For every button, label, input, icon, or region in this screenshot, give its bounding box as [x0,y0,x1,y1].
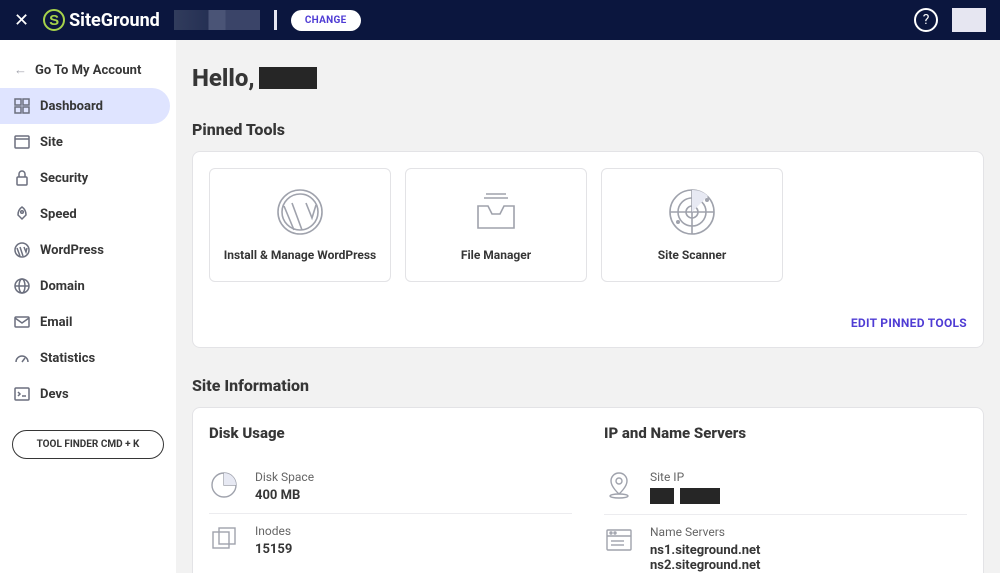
card-label: File Manager [461,248,531,262]
ip-ns-heading: IP and Name Servers [604,424,967,442]
pinned-tools-panel: Install & Manage WordPress File Manager [192,151,984,348]
brand-name: SiteGround [69,10,160,31]
username-placeholder [259,67,317,89]
ns1-value: ns1.siteground.net [650,543,760,558]
close-icon[interactable]: ✕ [14,10,29,31]
greeting-prefix: Hello, [192,64,255,92]
inodes-icon [209,524,239,554]
main-content: Hello, Pinned Tools Install & Manage Wor… [176,40,1000,573]
disk-space-value: 400 MB [255,488,314,503]
gauge-icon [14,350,30,366]
help-icon[interactable]: ? [914,8,938,32]
sidebar-item-statistics[interactable]: Statistics [0,340,170,376]
sidebar-item-speed[interactable]: Speed [0,196,170,232]
sidebar-item-domain[interactable]: Domain [0,268,170,304]
brand-logo[interactable]: S SiteGround [43,8,160,32]
top-bar: ✕ S SiteGround CHANGE ? [0,0,1000,40]
sidebar-label: Email [40,315,72,330]
pinned-tools-title: Pinned Tools [192,120,984,139]
dashboard-icon [14,98,30,114]
tool-finder-button[interactable]: TOOL FINDER CMD + K [12,430,164,459]
sidebar-label: WordPress [40,243,104,258]
sidebar-label: Security [40,171,88,186]
radar-icon [668,188,716,236]
sidebar-label: Domain [40,279,85,294]
sidebar-item-security[interactable]: Security [0,160,170,196]
file-tray-icon [472,188,520,236]
card-label: Install & Manage WordPress [224,248,376,262]
ns2-value: ns2.siteground.net [650,558,760,573]
greeting: Hello, [192,64,984,92]
logo-mark-icon: S [43,9,65,31]
sidebar-item-email[interactable]: Email [0,304,170,340]
browser-icon [604,525,634,555]
site-ip-label: Site IP [650,470,720,484]
sidebar-label: Site [40,135,63,150]
name-servers-row: Name Servers ns1.siteground.net ns2.site… [604,515,967,573]
disk-space-row: Disk Space 400 MB [209,460,572,514]
sidebar-item-site[interactable]: Site [0,124,170,160]
inodes-row: Inodes 15159 [209,514,572,567]
rocket-icon [14,206,30,222]
ip-ns-column: IP and Name Servers Site IP [604,424,967,573]
wordpress-icon [14,242,30,258]
arrow-left-icon: ← [14,62,27,78]
sidebar-item-devs[interactable]: Devs [0,376,170,412]
wordpress-icon [276,188,324,236]
site-info-title: Site Information [192,376,984,395]
divider [274,10,277,30]
site-ip-row: Site IP [604,460,967,515]
sidebar-item-wordpress[interactable]: WordPress [0,232,170,268]
pinned-card-wordpress[interactable]: Install & Manage WordPress [209,168,391,282]
sidebar-item-dashboard[interactable]: Dashboard [0,88,170,124]
sidebar-label: Statistics [40,351,95,366]
sidebar: ← Go To My Account Dashboard Site Securi… [0,40,176,573]
inodes-value: 15159 [255,542,292,557]
ns-label: Name Servers [650,525,760,539]
lock-icon [14,170,30,186]
mail-icon [14,314,30,330]
sidebar-label: Speed [40,207,77,222]
pinned-card-site-scanner[interactable]: Site Scanner [601,168,783,282]
site-icon [14,134,30,150]
back-to-account-link[interactable]: ← Go To My Account [0,52,176,88]
inodes-label: Inodes [255,524,292,538]
disk-usage-heading: Disk Usage [209,424,572,442]
pinned-card-file-manager[interactable]: File Manager [405,168,587,282]
back-label: Go To My Account [35,63,141,78]
terminal-icon [14,386,30,402]
site-name-placeholder [174,10,260,30]
site-ip-value [650,488,720,504]
sidebar-label: Devs [40,387,69,402]
avatar[interactable] [952,8,986,32]
pie-chart-icon [209,470,239,500]
sidebar-label: Dashboard [40,99,103,114]
change-site-button[interactable]: CHANGE [291,10,361,31]
globe-icon [14,278,30,294]
site-info-panel: Disk Usage Disk Space 400 MB [192,407,984,573]
disk-space-label: Disk Space [255,470,314,484]
edit-pinned-tools-link[interactable]: EDIT PINNED TOOLS [851,316,967,330]
card-label: Site Scanner [658,248,726,262]
disk-usage-column: Disk Usage Disk Space 400 MB [209,424,572,573]
map-pin-icon [604,470,634,500]
